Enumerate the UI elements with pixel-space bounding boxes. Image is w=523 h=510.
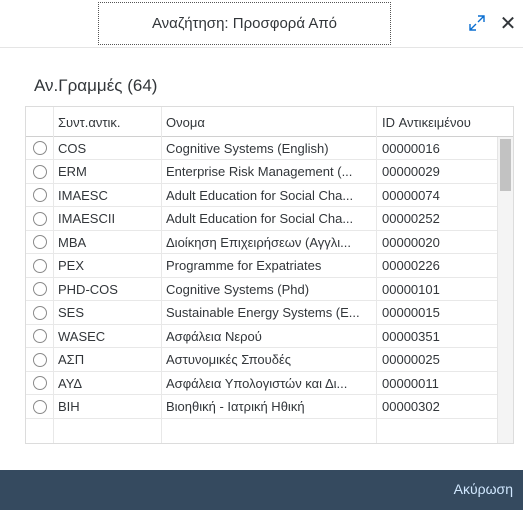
list-heading: Αν.Γραμμές (64) (34, 76, 158, 95)
cell-name: Sustainable Energy Systems (E... (166, 305, 360, 320)
column-header-code[interactable]: Συντ.αντικ. (58, 115, 158, 130)
cell-name: Cognitive Systems (Phd) (166, 281, 310, 297)
cell-id: 00000351 (382, 328, 440, 344)
results-table: Συντ.αντικ. Ονομα ID Αντικειμένου COS Cog… (25, 106, 514, 444)
cell-id: 00000011 (382, 375, 439, 391)
row-radio-button[interactable] (33, 399, 47, 414)
cell-id: 00000101 (382, 281, 440, 297)
cell-code: ERM (58, 164, 87, 179)
cell-name: Adult Education for Social Cha... (166, 211, 354, 226)
row-radio-button[interactable] (33, 329, 47, 343)
cell-code: WASEC (58, 328, 106, 344)
cell-id: 00000020 (382, 234, 440, 250)
table-row[interactable]: IMAESCII Adult Education for Social Cha..… (26, 208, 498, 231)
cell-code: PEX (58, 258, 85, 273)
cell-code: ΒΙΗ (58, 399, 80, 414)
row-radio-button[interactable] (33, 258, 47, 273)
row-radio-button[interactable] (33, 282, 47, 296)
cell-name: Enterprise Risk Management (... (166, 164, 353, 179)
cell-code: ΑΣΠ (58, 352, 85, 367)
cell-id: 00000302 (382, 399, 440, 414)
cell-code: SES (58, 305, 85, 320)
table-row[interactable]: ΒΙΗ Βιοηθική - Ιατρική Ηθική 00000302 (26, 396, 498, 419)
cell-id: 00000016 (382, 140, 440, 156)
cell-code: IMAESCII (58, 211, 116, 226)
cell-code: COS (58, 140, 87, 156)
row-radio-button[interactable] (33, 188, 47, 202)
close-icon[interactable]: ✕ (497, 12, 519, 35)
cell-name: Adult Education for Social Cha... (166, 187, 354, 203)
row-radio-button[interactable] (33, 211, 47, 226)
table-row[interactable]: IMAESC Adult Education for Social Cha... 0… (26, 184, 498, 207)
cell-name: Programme for Expatriates (166, 258, 322, 273)
cell-id: 00000015 (382, 305, 440, 320)
row-radio-button[interactable] (33, 164, 47, 179)
cell-name: Διοίκηση Επιχειρήσεων (Αγγλι... (166, 234, 352, 250)
table-row[interactable]: ΑΥΔ Ασφάλεια Υπολογιστών και Δι... 0000001… (26, 372, 498, 395)
table-header: Συντ.αντικ. Ονομα ID Αντικειμένου (26, 107, 513, 137)
cell-id: 00000252 (382, 211, 440, 226)
column-header-id[interactable]: ID Αντικειμένου (382, 115, 492, 130)
table-row[interactable]: SES Sustainable Energy Systems (E... 00000… (26, 302, 498, 325)
cell-name: Cognitive Systems (English) (166, 140, 329, 156)
cell-name: Βιοηθική - Ιατρική Ηθική (166, 399, 305, 414)
table-row[interactable]: PHD-COS Cognitive Systems (Phd) 00000101 (26, 278, 498, 301)
cell-name: Ασφάλεια Νερού (166, 328, 262, 344)
vertical-scrollbar[interactable] (497, 137, 513, 443)
table-row[interactable]: MBA Διοίκηση Επιχειρήσεων (Αγγλι... 000000… (26, 231, 498, 254)
cell-id: 00000226 (382, 258, 440, 273)
table-row[interactable]: COS Cognitive Systems (English) 00000016 (26, 137, 498, 160)
table-row[interactable]: PEX Programme for Expatriates 00000226 (26, 255, 498, 278)
dialog-header: Αναζήτηση: Προσφορά Από ✕ (0, 0, 523, 48)
expand-icon-graphic (469, 15, 485, 31)
dialog-footer: Ακύρωση (0, 470, 523, 510)
cell-id: 00000074 (382, 187, 440, 203)
table-row[interactable]: ERM Enterprise Risk Management (... 000000… (26, 161, 498, 184)
table-row[interactable]: ΑΣΠ Αστυνομικές Σπουδές 00000025 (26, 349, 498, 372)
value-help-dialog: Αναζήτηση: Προσφορά Από ✕ Αν.Γραμμές (64… (0, 0, 523, 510)
scrollbar-thumb[interactable] (500, 139, 511, 191)
row-radio-button[interactable] (33, 235, 47, 249)
cell-id: 00000025 (382, 352, 440, 367)
column-header-name[interactable]: Ονομα (166, 115, 376, 130)
cell-code: MBA (58, 234, 87, 250)
cancel-button[interactable]: Ακύρωση (454, 481, 513, 497)
cell-id: 00000029 (382, 164, 440, 179)
dialog-title: Αναζήτηση: Προσφορά Από (98, 2, 391, 45)
row-radio-button[interactable] (33, 376, 47, 390)
table-row[interactable]: WASEC Ασφάλεια Νερού 00000351 (26, 325, 498, 348)
cell-code: PHD-COS (58, 281, 118, 297)
row-radio-button[interactable] (33, 352, 47, 367)
cell-name: Ασφάλεια Υπολογιστών και Δι... (166, 375, 348, 391)
row-radio-button[interactable] (33, 141, 47, 155)
cell-name: Αστυνομικές Σπουδές (166, 352, 292, 367)
cell-code: ΑΥΔ (58, 375, 83, 391)
expand-icon[interactable] (466, 12, 488, 34)
row-radio-button[interactable] (33, 305, 47, 320)
cell-code: IMAESC (58, 187, 108, 203)
